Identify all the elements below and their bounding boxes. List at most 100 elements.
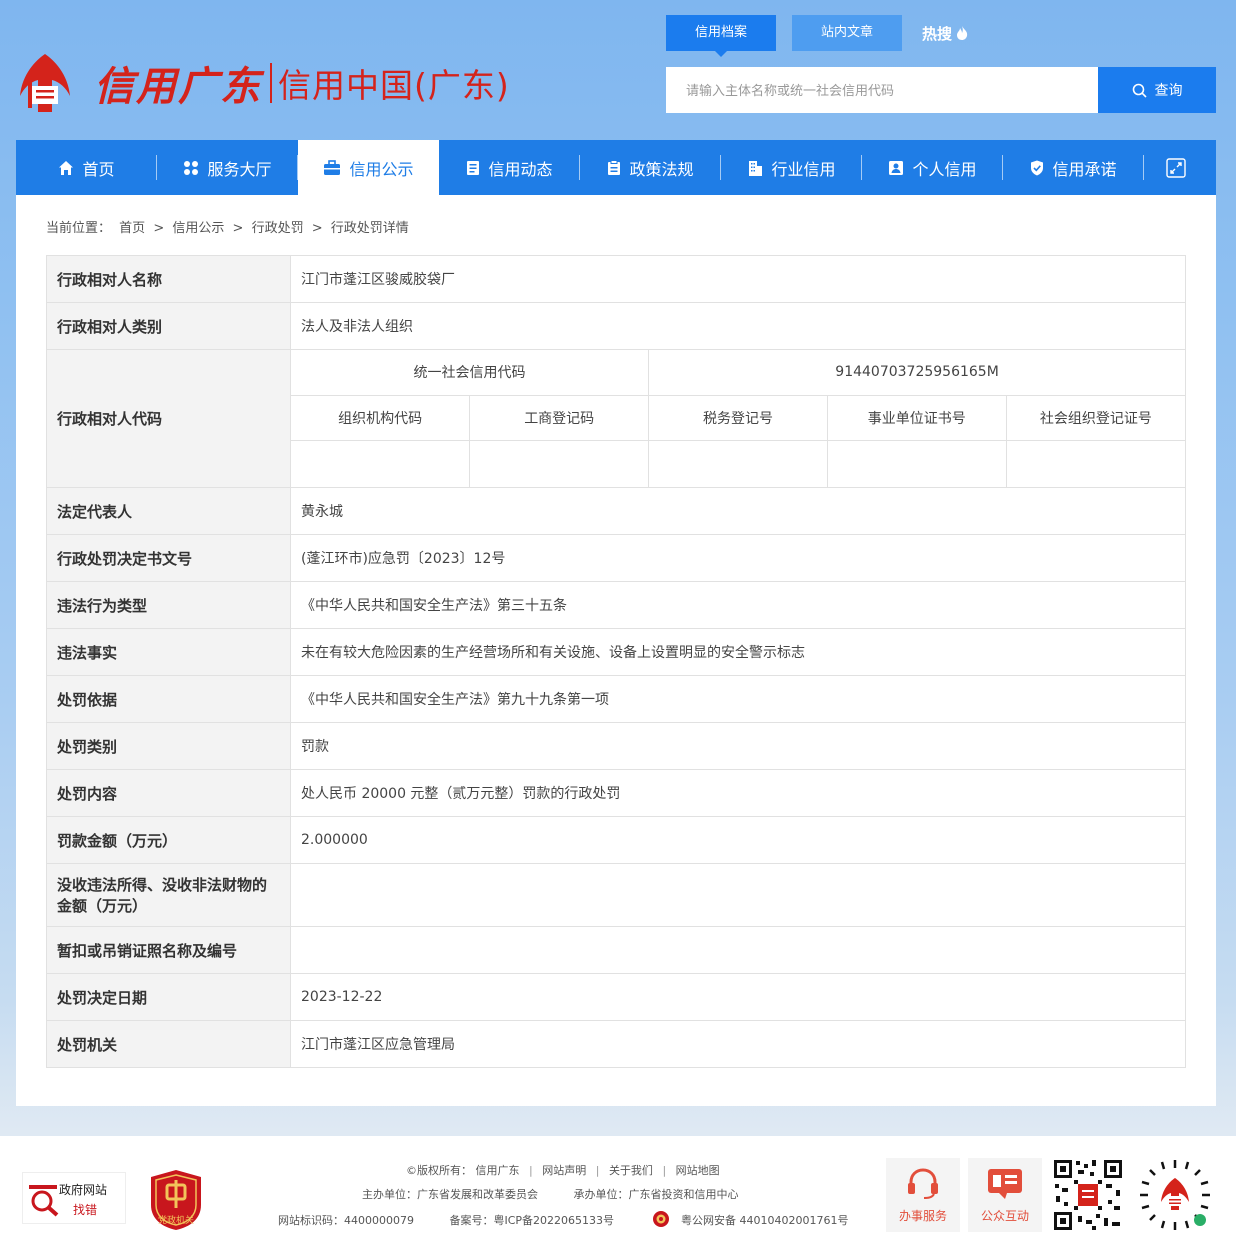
field-label: 处罚依据 — [46, 675, 291, 723]
code-value — [469, 439, 650, 487]
code-value — [826, 439, 1007, 487]
table-row: 暂扣或吊销证照名称及编号 — [46, 926, 1186, 974]
headset-icon — [908, 1168, 938, 1199]
nav-label: 政策法规 — [629, 159, 694, 179]
table-row: 行政相对人代码 统一社会信用代码 91440703725956165M 组织机构… — [46, 349, 1186, 488]
footer-police-record[interactable]: 粤公网安备 44010402001761号 — [681, 1214, 848, 1227]
field-value: 江门市蓬江区骏威胶袋厂 — [290, 255, 1186, 303]
nav-label: 行业信用 — [771, 159, 836, 179]
table-row: 行政处罚决定书文号 (蓬江环市)应急罚〔2023〕12号 — [46, 534, 1186, 582]
nav-label: 信用动态 — [488, 159, 553, 179]
party-badge-label: 党政机关 — [157, 1216, 194, 1226]
penalty-detail-table: 行政相对人名称 江门市蓬江区骏威胶袋厂 行政相对人类别 法人及非法人组织 行政相… — [46, 255, 1186, 1068]
field-value — [290, 863, 1186, 927]
gov-badge-line1: 政府网站 — [59, 1183, 108, 1197]
breadcrumb-link-publicity[interactable]: 信用公示 — [172, 221, 224, 236]
field-label: 处罚内容 — [46, 769, 291, 817]
field-label: 违法行为类型 — [46, 581, 291, 629]
table-row: 违法事实 未在有较大危险因素的生产经营场所和有关设施、设备上设置明显的安全警示标… — [46, 628, 1186, 676]
table-row: 处罚机关 江门市蓬江区应急管理局 — [46, 1020, 1186, 1068]
logo-divider — [270, 63, 272, 103]
tab-site-articles[interactable]: 站内文章 — [792, 15, 902, 51]
field-label: 行政相对人名称 — [46, 255, 291, 303]
code-header: 社会组织登记证号 — [1005, 394, 1185, 441]
grid-icon — [184, 160, 199, 175]
hot-search-link[interactable]: 热搜 — [922, 23, 969, 44]
search-button[interactable]: 查询 — [1098, 67, 1216, 113]
logo-emblem-icon — [16, 52, 74, 114]
table-row: 违法行为类型 《中华人民共和国安全生产法》第三十五条 — [46, 581, 1186, 629]
table-row: 没收违法所得、没收非法财物的金额（万元） — [46, 863, 1186, 927]
content-panel: 当前位置： 首页 > 信用公示 > 行政处罚 > 行政处罚详情 行政相对人名称 … — [16, 195, 1216, 1106]
footer-site-id: 网站标识码：4400000079 — [278, 1214, 414, 1227]
field-value: 罚款 — [290, 722, 1186, 770]
search-bar: 查询 — [666, 67, 1216, 113]
gov-site-error-report-badge[interactable]: 政府网站 找错 — [22, 1172, 126, 1224]
nav-item-personal-credit[interactable]: 个人信用 — [862, 140, 1003, 195]
home-icon — [59, 160, 74, 175]
table-row: 处罚依据 《中华人民共和国安全生产法》第九十九条第一项 — [46, 675, 1186, 723]
site-logo[interactable]: 信用广东 信用中国(广东) — [16, 48, 510, 118]
service-shortcut-label: 办事服务 — [898, 1209, 947, 1223]
search-icon — [1132, 83, 1147, 98]
nav-item-home[interactable]: 首页 — [16, 140, 157, 195]
nav-item-service-hall[interactable]: 服务大厅 — [157, 140, 298, 195]
footer-links-line: ©版权所有： 信用广东 | 网站声明 | 关于我们 | 网站地图 — [406, 1164, 720, 1177]
logo-script-text: 信用广东 — [94, 63, 262, 110]
breadcrumb-current: 行政处罚详情 — [330, 221, 409, 236]
magnifier-icon — [29, 1185, 59, 1217]
nav-label: 信用公示 — [349, 159, 414, 179]
uscc-label: 统一社会信用代码 — [291, 350, 650, 396]
code-subtable-cell: 统一社会信用代码 91440703725956165M 组织机构代码 工商登记码… — [290, 349, 1186, 488]
message-board-icon — [988, 1169, 1022, 1199]
table-row: 罚款金额（万元） 2.000000 — [46, 816, 1186, 864]
field-value: (蓬江环市)应急罚〔2023〕12号 — [290, 534, 1186, 582]
uscc-value: 91440703725956165M — [648, 350, 1185, 396]
search-input[interactable] — [666, 67, 1098, 113]
footer-link[interactable]: 关于我们 — [609, 1164, 653, 1177]
copyright-prefix: ©版权所有： — [406, 1164, 472, 1177]
code-header: 工商登记码 — [469, 394, 650, 441]
service-shortcut[interactable]: 办事服务 — [886, 1158, 960, 1232]
nav-item-credit-news[interactable]: 信用动态 — [439, 140, 580, 195]
party-gov-org-badge[interactable]: 党政机关 — [150, 1169, 202, 1231]
breadcrumb: 当前位置： 首页 > 信用公示 > 行政处罚 > 行政处罚详情 — [46, 217, 413, 236]
clipboard-icon — [608, 159, 621, 175]
nav-label: 服务大厅 — [207, 159, 272, 179]
gov-badge-line2: 找错 — [73, 1203, 98, 1217]
interaction-shortcut[interactable]: 公众互动 — [968, 1158, 1042, 1232]
field-value: 《中华人民共和国安全生产法》第九十九条第一项 — [290, 675, 1186, 723]
footer-icp[interactable]: 备案号：粤ICP备2022065133号 — [450, 1214, 615, 1227]
footer-org-line: 主办单位：广东省发展和改革委员会 承办单位：广东省投资和信用中心 — [362, 1186, 739, 1202]
nav-item-credit-commitment[interactable]: 信用承诺 — [1003, 140, 1144, 195]
field-label: 处罚机关 — [46, 1020, 291, 1068]
breadcrumb-separator: > — [311, 221, 323, 236]
tab-credit-archive[interactable]: 信用档案 — [666, 15, 776, 57]
breadcrumb-link-home[interactable]: 首页 — [119, 221, 145, 236]
wechat-qr-code — [1052, 1158, 1124, 1232]
main-nav: 首页 服务大厅 信用公示 信用动态 政策法规 行业信用 个人信用 信用承诺 — [16, 140, 1216, 195]
field-label: 罚款金额（万元） — [46, 816, 291, 864]
field-value: 江门市蓬江区应急管理局 — [290, 1020, 1186, 1068]
footer-link[interactable]: 网站地图 — [676, 1164, 720, 1177]
nav-item-policy[interactable]: 政策法规 — [580, 140, 721, 195]
field-label: 处罚类别 — [46, 722, 291, 770]
qr-code-icon — [1052, 1158, 1124, 1232]
breadcrumb-link-penalty[interactable]: 行政处罚 — [252, 221, 304, 236]
mini-program-code — [1138, 1158, 1211, 1232]
nav-item-industry-credit[interactable]: 行业信用 — [721, 140, 862, 195]
field-value: 2.000000 — [290, 816, 1186, 864]
field-value: 处人民币 20000 元整（贰万元整）罚款的行政处罚 — [290, 769, 1186, 817]
breadcrumb-prefix: 当前位置： — [46, 221, 112, 236]
table-row: 处罚决定日期 2023-12-22 — [46, 973, 1186, 1021]
footer-link[interactable]: 网站声明 — [542, 1164, 586, 1177]
police-badge-icon — [652, 1211, 669, 1227]
footer-link[interactable]: 信用广东 — [476, 1164, 520, 1177]
table-row: 行政相对人类别 法人及非法人组织 — [46, 302, 1186, 350]
footer-undertaker: 承办单位：广东省投资和信用中心 — [573, 1188, 739, 1201]
field-value: 黄永城 — [290, 487, 1186, 535]
nav-item-credit-publicity[interactable]: 信用公示 — [298, 140, 439, 195]
hot-search-label: 热搜 — [922, 24, 953, 43]
nav-label: 信用承诺 — [1052, 159, 1117, 179]
nav-expand-button[interactable] — [1144, 140, 1216, 195]
